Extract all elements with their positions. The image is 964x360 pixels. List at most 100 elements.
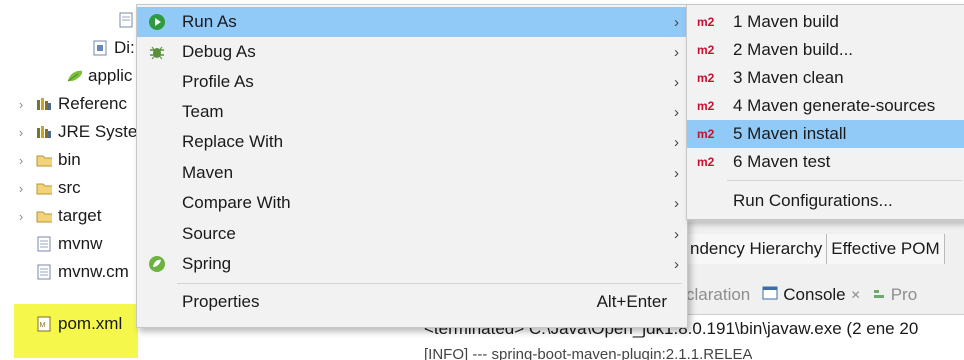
m2-maven-icon: m2 xyxy=(697,71,715,85)
menu-item-label: Run As xyxy=(182,12,237,31)
close-icon[interactable]: ✕ xyxy=(851,288,861,302)
submenu-item-label: 5 Maven install xyxy=(733,124,847,143)
submenu-item-label: Run Configurations... xyxy=(733,191,893,210)
run-as-submenu: m2 1 Maven build m2 2 Maven build... m2 … xyxy=(686,4,964,220)
progress-icon xyxy=(873,285,887,305)
chevron-right-icon: › xyxy=(674,133,679,151)
tree-item-references[interactable]: › Referenc xyxy=(14,90,127,118)
menu-item-team[interactable]: Team › xyxy=(137,97,687,127)
tree-item-mvnw[interactable]: mvnw xyxy=(36,230,102,258)
tree-item-label: pom.xml xyxy=(58,314,123,333)
m2-maven-icon: m2 xyxy=(697,127,715,141)
menu-item-shortcut: Alt+Enter xyxy=(596,292,667,311)
menu-item-label: Properties xyxy=(182,292,260,311)
tree-item-label: applic xyxy=(88,66,133,85)
menu-item-profile-as[interactable]: Profile As › xyxy=(137,67,687,97)
menu-item-replace-with[interactable]: Replace With › xyxy=(137,127,687,157)
submenu-item-run-configurations[interactable]: Run Configurations... xyxy=(687,187,964,215)
chevron-right-icon[interactable]: › xyxy=(14,153,28,168)
tree-item-mvnw-cmd[interactable]: mvnw.cm xyxy=(36,258,129,286)
tab-progress[interactable]: Pro xyxy=(873,285,917,305)
chevron-right-icon[interactable]: › xyxy=(14,181,28,196)
chevron-right-icon: › xyxy=(674,225,679,243)
tree-item-label: bin xyxy=(58,150,81,169)
menu-item-debug-as[interactable]: Debug As › xyxy=(137,37,687,67)
menu-item-run-as[interactable]: Run As › xyxy=(137,7,687,37)
tree-item-label: mvnw xyxy=(58,234,103,253)
tab-console[interactable]: Console ✕ xyxy=(762,285,861,305)
chevron-right-icon[interactable]: › xyxy=(14,209,28,224)
submenu-item-maven-generate-sources[interactable]: m2 4 Maven generate-sources xyxy=(687,92,964,120)
folder-icon xyxy=(36,180,52,196)
tab-dependency-hierarchy[interactable]: ndency Hierarchy xyxy=(686,234,828,264)
menu-separator xyxy=(177,283,682,284)
menu-item-label: Spring xyxy=(182,254,232,273)
tree-item-pom-xml[interactable]: M pom.xml xyxy=(36,310,122,338)
tab-progress-label: Pro xyxy=(890,285,918,304)
submenu-item-maven-build-dots[interactable]: m2 2 Maven build... xyxy=(687,36,964,64)
submenu-item-label: 6 Maven test xyxy=(733,152,831,171)
folder-icon xyxy=(36,152,52,168)
text-file-icon xyxy=(36,236,52,252)
menu-item-label: Profile As xyxy=(182,72,254,91)
submenu-item-label: 3 Maven clean xyxy=(733,68,844,87)
leaf-icon xyxy=(66,68,82,84)
menu-item-source[interactable]: Source › xyxy=(137,219,687,249)
tree-item-src[interactable]: › src xyxy=(14,174,81,202)
submenu-item-maven-build[interactable]: m2 1 Maven build xyxy=(687,8,964,36)
folder-icon xyxy=(36,208,52,224)
class-file-icon xyxy=(92,40,108,56)
m2-maven-icon: m2 xyxy=(697,15,715,29)
menu-item-label: Maven xyxy=(182,163,234,182)
tree-item-applic[interactable]: applic xyxy=(66,62,132,90)
tab-effective-pom[interactable]: Effective POM xyxy=(827,234,945,264)
menu-item-label: Compare With xyxy=(182,193,291,212)
pom-editor-tabs: ndency Hierarchy Effective POM xyxy=(686,232,945,266)
submenu-item-maven-install[interactable]: m2 5 Maven install xyxy=(687,120,964,148)
chevron-right-icon: › xyxy=(674,73,679,91)
view-tabs: claration Console ✕ Pro xyxy=(686,280,917,310)
file-icon xyxy=(118,12,134,28)
tree-item-jre-system[interactable]: › JRE Syste xyxy=(14,118,138,146)
m2-maven-icon: m2 xyxy=(697,43,715,57)
tree-item-bin[interactable]: › bin xyxy=(14,146,81,174)
console-icon xyxy=(762,285,778,305)
menu-item-label: Source xyxy=(182,224,236,243)
tree-item-label: Referenc xyxy=(58,94,127,113)
context-menu: Run As › Debug As › Profile As › Team › … xyxy=(136,4,688,328)
menu-item-label: Replace With xyxy=(182,132,284,151)
chevron-right-icon: › xyxy=(674,194,679,212)
menu-item-spring[interactable]: Spring › xyxy=(137,249,687,279)
m2-maven-icon: m2 xyxy=(697,155,715,169)
chevron-right-icon: › xyxy=(674,164,679,182)
chevron-right-icon[interactable]: › xyxy=(14,97,28,112)
menu-item-compare-with[interactable]: Compare With › xyxy=(137,188,687,218)
menu-item-maven[interactable]: Maven › xyxy=(137,158,687,188)
chevron-right-icon: › xyxy=(674,43,679,61)
submenu-item-label: 2 Maven build... xyxy=(733,40,854,59)
tab-console-label: Console xyxy=(783,285,846,304)
submenu-item-maven-test[interactable]: m2 6 Maven test xyxy=(687,148,964,176)
menu-item-label: Debug As xyxy=(182,42,256,61)
m2-maven-icon: m2 xyxy=(697,99,715,113)
library-icon xyxy=(36,124,52,140)
debug-bug-icon xyxy=(147,42,167,62)
chevron-right-icon[interactable]: › xyxy=(14,125,28,140)
tree-item-label: target xyxy=(58,206,102,225)
chevron-right-icon: › xyxy=(674,103,679,121)
run-icon xyxy=(147,12,167,32)
tab-declaration[interactable]: claration xyxy=(686,285,750,305)
svg-text:M: M xyxy=(40,322,46,329)
tree-item-label: JRE Syste xyxy=(58,122,138,141)
tree-item-target[interactable]: › target xyxy=(14,202,102,230)
menu-item-properties[interactable]: Properties Alt+Enter xyxy=(137,287,687,317)
chevron-right-icon: › xyxy=(674,255,679,273)
tree-item-label: mvnw.cm xyxy=(58,262,129,281)
library-icon xyxy=(36,96,52,112)
tree-item-label: src xyxy=(58,178,81,197)
submenu-item-label: 4 Maven generate-sources xyxy=(733,96,936,115)
submenu-separator xyxy=(727,180,962,181)
submenu-item-maven-clean[interactable]: m2 3 Maven clean xyxy=(687,64,964,92)
tree-item-dis[interactable]: Di: xyxy=(92,34,135,62)
project-explorer: Di: applic › Referenc › JRE Syste › bin … xyxy=(0,0,150,358)
